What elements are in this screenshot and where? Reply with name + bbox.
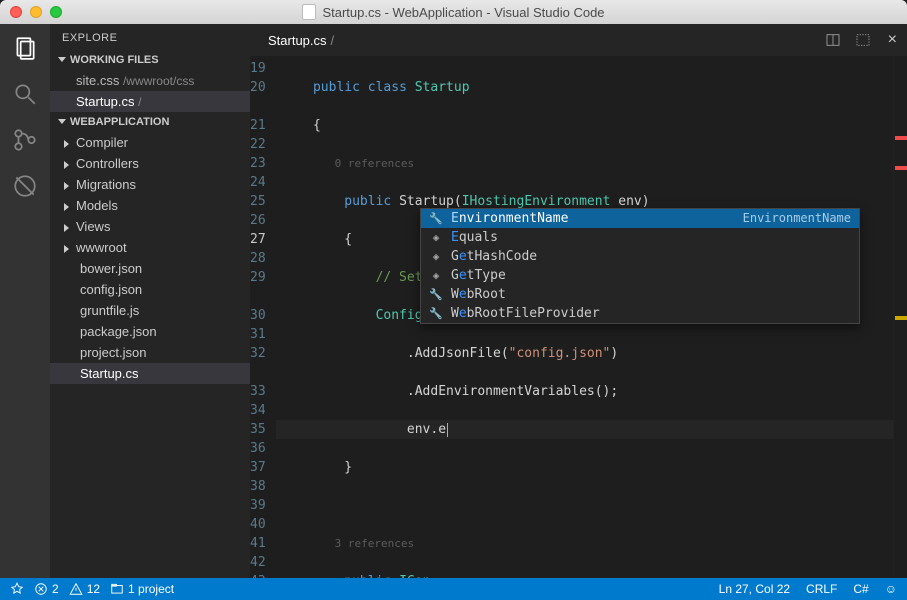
file-item[interactable]: project.json (50, 342, 250, 363)
window-title: Startup.cs - WebApplication - Visual Stu… (0, 4, 907, 20)
split-editor-icon[interactable] (824, 31, 842, 49)
more-actions-icon[interactable] (854, 31, 872, 49)
folder-item[interactable]: Controllers (50, 153, 250, 174)
window-titlebar: Startup.cs - WebApplication - Visual Stu… (0, 0, 907, 24)
status-warnings[interactable]: 12 (69, 582, 100, 596)
wrench-icon: 🔧 (429, 209, 443, 228)
file-item[interactable]: bower.json (50, 258, 250, 279)
source-control-icon[interactable] (11, 126, 39, 154)
status-language[interactable]: C# (853, 582, 868, 596)
intellisense-item[interactable]: ◈ GetType (421, 266, 859, 285)
intellisense-popup[interactable]: 🔧 EnvironmentName EnvironmentName ◈ Equa… (420, 208, 860, 324)
debug-icon[interactable] (11, 172, 39, 200)
working-file-item[interactable]: site.css /wwwroot/css (50, 70, 250, 91)
close-tab-icon[interactable]: × (884, 31, 901, 49)
working-file-name: site.css (76, 73, 119, 88)
file-item[interactable]: Startup.cs (50, 363, 250, 384)
tab-actions: × (824, 31, 901, 49)
editor-pane: Startup.cs / × 1920 212223 242526 272829… (250, 24, 907, 578)
warning-count: 12 (87, 582, 100, 596)
working-file-path: / (138, 95, 141, 109)
intellisense-label: Equals (451, 228, 498, 247)
file-item[interactable]: gruntfile.js (50, 300, 250, 321)
status-eol[interactable]: CRLF (806, 582, 837, 596)
intellisense-item[interactable]: ◈ GetHashCode (421, 247, 859, 266)
file-item[interactable]: package.json (50, 321, 250, 342)
section-working-files[interactable]: WORKING FILES (50, 50, 250, 70)
status-feedback-icon[interactable] (10, 582, 24, 596)
intellisense-item[interactable]: ◈ Equals (421, 228, 859, 247)
code-editor[interactable]: 1920 212223 242526 272829 303132 333435 … (250, 56, 907, 578)
wrench-icon: 🔧 (429, 304, 443, 323)
intellisense-label: WebRoot (451, 285, 506, 304)
tab-path: / (331, 33, 335, 48)
section-project[interactable]: WEBAPPLICATION (50, 112, 250, 132)
status-smiley-icon[interactable]: ☺ (885, 582, 897, 596)
sidebar: EXPLORE WORKING FILES site.css /wwwroot/… (50, 24, 250, 578)
tab-name: Startup.cs (268, 33, 327, 48)
intellisense-item[interactable]: 🔧 WebRoot (421, 285, 859, 304)
status-errors[interactable]: 2 (34, 582, 59, 596)
tab-bar: Startup.cs / × (250, 24, 907, 56)
folder-item[interactable]: Views (50, 216, 250, 237)
intellisense-item[interactable]: 🔧 WebRootFileProvider (421, 304, 859, 323)
folder-item[interactable]: Migrations (50, 174, 250, 195)
folder-item[interactable]: Models (50, 195, 250, 216)
status-project[interactable]: 1 project (110, 582, 174, 596)
minimap[interactable] (893, 56, 907, 578)
intellisense-item[interactable]: 🔧 EnvironmentName EnvironmentName (421, 209, 859, 228)
search-icon[interactable] (11, 80, 39, 108)
explorer-icon[interactable] (11, 34, 39, 62)
folder-item[interactable]: Compiler (50, 132, 250, 153)
status-bar: 2 12 1 project Ln 27, Col 22 CRLF C# ☺ (0, 578, 907, 600)
folder-item[interactable]: wwwroot (50, 237, 250, 258)
intellisense-label: GetHashCode (451, 247, 537, 266)
window-title-text: Startup.cs - WebApplication - Visual Stu… (322, 5, 604, 20)
working-file-item[interactable]: Startup.cs / (50, 91, 250, 112)
method-icon: ◈ (429, 247, 443, 266)
method-icon: ◈ (429, 228, 443, 247)
method-icon: ◈ (429, 266, 443, 285)
intellisense-label: WebRootFileProvider (451, 304, 600, 323)
tab-startup-cs[interactable]: Startup.cs / (256, 24, 346, 56)
activity-bar (0, 24, 50, 578)
intellisense-label: EnvironmentName (451, 209, 568, 228)
project-label: 1 project (128, 582, 174, 596)
intellisense-label: GetType (451, 266, 506, 285)
intellisense-hint: EnvironmentName (743, 209, 851, 228)
working-file-path: /wwwroot/css (123, 74, 194, 88)
status-line-col[interactable]: Ln 27, Col 22 (719, 582, 790, 596)
sidebar-header: EXPLORE (50, 24, 250, 50)
file-tree: Compiler Controllers Migrations Models V… (50, 132, 250, 384)
working-file-name: Startup.cs (76, 94, 135, 109)
error-count: 2 (52, 582, 59, 596)
file-icon (302, 4, 316, 20)
wrench-icon: 🔧 (429, 285, 443, 304)
file-item[interactable]: config.json (50, 279, 250, 300)
line-gutter: 1920 212223 242526 272829 303132 333435 … (250, 56, 276, 578)
